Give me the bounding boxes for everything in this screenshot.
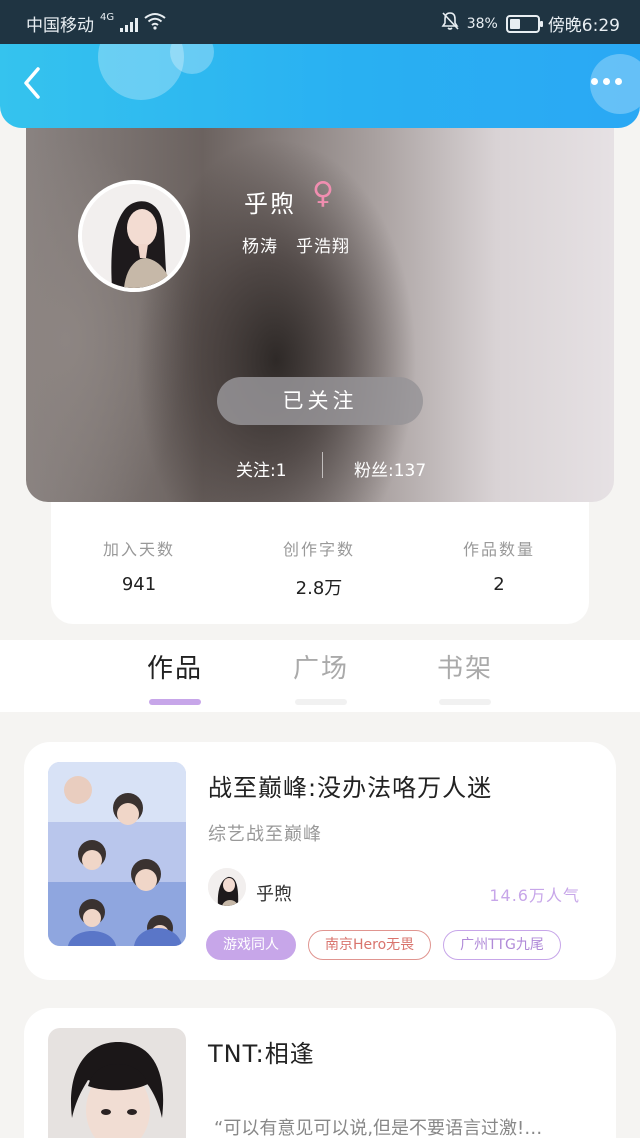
wifi-icon <box>144 12 166 35</box>
battery-icon <box>505 14 543 33</box>
profile-name: 乎煦 <box>244 190 296 218</box>
work-cover-image[interactable] <box>48 762 186 946</box>
work-quote: “可以有意见可以说,但是不要语言过激!… <box>214 1118 543 1138</box>
avatar[interactable] <box>78 180 190 292</box>
mute-icon <box>441 11 459 36</box>
tag-list: 游戏同人 南京Hero无畏 广州TTG九尾 <box>206 930 561 960</box>
female-icon: ♀ <box>312 176 334 211</box>
tab-label: 书架 <box>436 654 493 684</box>
tab-label: 广场 <box>292 654 349 684</box>
author-avatar <box>208 868 246 906</box>
stats-panel: 加入天数 941 创作字数 2.8万 作品数量 2 <box>51 500 589 624</box>
work-card[interactable]: 战至巅峰:没办法咯万人迷 综艺战至巅峰 乎煦 14.6万人气 游戏同人 南京He… <box>24 742 616 980</box>
work-subtitle: 综艺战至巅峰 <box>208 824 322 845</box>
work-cover-image[interactable] <box>48 1028 186 1138</box>
work-title[interactable]: 战至巅峰:没办法咯万人迷 <box>208 768 492 803</box>
tab-works[interactable]: 作品 <box>135 648 215 705</box>
tab-label: 作品 <box>146 654 203 684</box>
stat-value: 2 <box>493 574 505 595</box>
signal-icon <box>120 16 139 32</box>
back-button[interactable] <box>22 66 50 106</box>
stat-value: 2.8万 <box>295 578 343 599</box>
stat-label: 加入天数 <box>102 540 175 559</box>
more-button[interactable] <box>591 78 622 85</box>
stat-label: 创作字数 <box>282 540 355 559</box>
tab-bookshelf[interactable]: 书架 <box>425 648 505 705</box>
fans-count[interactable]: 粉丝:137 <box>354 456 426 481</box>
following-count[interactable]: 关注:1 <box>236 456 287 481</box>
work-title[interactable]: TNT:相逢 <box>208 1034 315 1069</box>
battery-fill <box>509 18 520 29</box>
author-name: 乎煦 <box>256 884 292 905</box>
popularity-label: 14.6万人气 <box>489 886 580 905</box>
profile-card: 乎煦 ♀ 杨涛 乎浩翔 已关注 关注:1 粉丝:137 <box>26 110 614 502</box>
status-bar: 中国移动 4G 38% 傍晚6:29 <box>0 0 640 44</box>
stat-word-count: 创作字数 2.8万 <box>239 536 399 600</box>
profile-cp-tags: 杨涛 乎浩翔 <box>242 237 350 257</box>
tag[interactable]: 南京Hero无畏 <box>308 930 432 960</box>
follow-counts: 关注:1 粉丝:137 <box>26 452 614 481</box>
tab-bar: 作品 广场 书架 <box>0 640 640 712</box>
top-header <box>0 44 640 128</box>
tab-indicator <box>149 699 201 705</box>
follow-button[interactable]: 已关注 <box>217 377 423 425</box>
stat-label: 作品数量 <box>462 540 535 559</box>
carrier-label: 中国移动 <box>26 16 94 36</box>
more-dots-icon <box>591 78 598 85</box>
network-type-label: 4G <box>100 12 115 23</box>
tab-indicator <box>439 699 491 705</box>
work-card[interactable]: TNT:相逢 “可以有意见可以说,但是不要语言过激!… <box>24 1008 616 1138</box>
battery-percent: 38% <box>466 15 498 32</box>
divider <box>322 452 323 478</box>
tag[interactable]: 游戏同人 <box>206 930 296 960</box>
chevron-left-icon <box>24 67 40 99</box>
tag[interactable]: 广州TTG九尾 <box>443 930 561 960</box>
tab-square[interactable]: 广场 <box>281 648 361 705</box>
clock: 傍晚6:29 <box>547 16 620 36</box>
stat-works-count: 作品数量 2 <box>419 536 579 595</box>
tab-indicator <box>295 699 347 705</box>
stat-join-days: 加入天数 941 <box>59 536 219 595</box>
stat-value: 941 <box>121 574 157 595</box>
